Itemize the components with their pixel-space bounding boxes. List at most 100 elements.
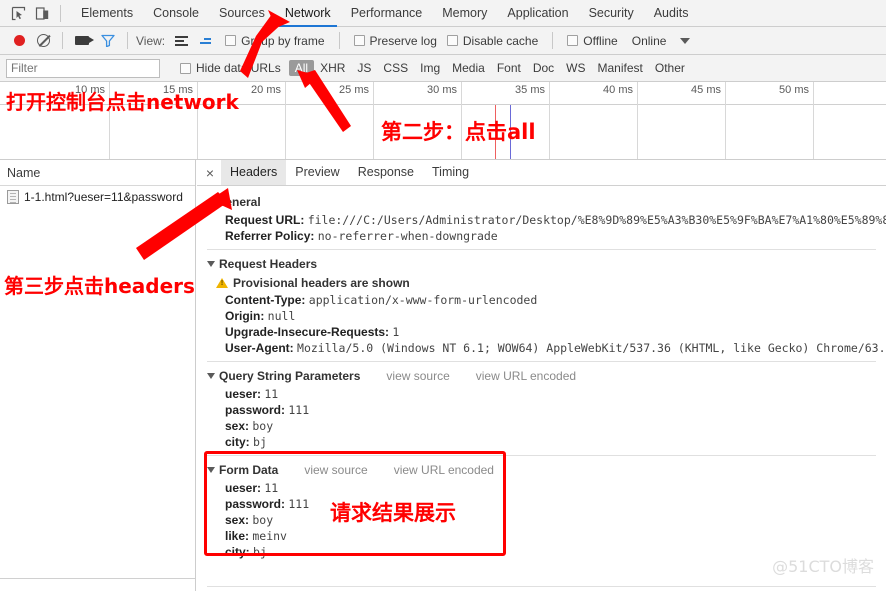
form-param-ueser: ueser: 11 bbox=[197, 480, 886, 496]
checkbox-icon bbox=[446, 35, 458, 46]
view-list-button[interactable] bbox=[169, 29, 194, 53]
section-form-data-label: Form Data bbox=[219, 463, 279, 477]
timeline-tick-label: 40 ms bbox=[603, 84, 633, 96]
filter-input[interactable] bbox=[6, 58, 160, 78]
param-key: password: bbox=[225, 403, 286, 417]
query-param-password: password: 111 bbox=[197, 402, 886, 418]
section-general-label: General bbox=[216, 195, 261, 209]
filter-type-ws[interactable]: WS bbox=[560, 60, 591, 76]
section-request-headers-label: Request Headers bbox=[219, 257, 318, 271]
query-view-url-encoded-link[interactable]: view URL encoded bbox=[476, 369, 576, 383]
section-divider bbox=[207, 455, 876, 456]
annotation-result: 请求结果展示 bbox=[330, 501, 456, 525]
filter-type-manifest[interactable]: Manifest bbox=[592, 60, 649, 76]
view-label: View: bbox=[136, 33, 166, 48]
record-button[interactable] bbox=[8, 29, 31, 53]
param-value: 111 bbox=[288, 403, 310, 417]
inspect-element-icon[interactable] bbox=[6, 1, 30, 25]
tab-elements[interactable]: Elements bbox=[71, 0, 143, 27]
tab-headers[interactable]: Headers bbox=[221, 160, 287, 185]
timeline-tick-label: 45 ms bbox=[691, 84, 721, 96]
clear-button[interactable] bbox=[31, 29, 56, 53]
group-by-frame-checkbox[interactable]: Group by frame bbox=[217, 34, 332, 48]
filter-type-img[interactable]: Img bbox=[414, 60, 446, 76]
tab-audits[interactable]: Audits bbox=[644, 0, 699, 27]
close-icon[interactable]: × bbox=[201, 164, 219, 182]
request-name-label: 1-1.html?ueser=11&password bbox=[24, 190, 183, 204]
tab-response[interactable]: Response bbox=[349, 160, 423, 185]
timeline-tick: 40 ms bbox=[550, 82, 638, 159]
filter-type-font[interactable]: Font bbox=[491, 60, 527, 76]
query-param-sex: sex: boy bbox=[197, 418, 886, 434]
filter-type-js[interactable]: JS bbox=[351, 60, 377, 76]
tab-network-label: Network bbox=[284, 5, 331, 20]
offline-checkbox[interactable]: Offline bbox=[559, 34, 625, 48]
filter-type-media[interactable]: Media bbox=[446, 60, 491, 76]
request-list-panel: Name 1-1.html?ueser=11&password bbox=[0, 160, 196, 591]
disable-cache-checkbox[interactable]: Disable cache bbox=[445, 34, 546, 48]
header-value: file:///C:/Users/Administrator/Desktop/%… bbox=[307, 213, 886, 227]
section-general-title[interactable]: General bbox=[197, 192, 886, 212]
annotation-step1: 打开控制台点击network bbox=[6, 90, 239, 114]
header-key: Content-Type: bbox=[225, 293, 306, 307]
timeline-tick-label: 20 ms bbox=[251, 84, 281, 96]
tab-performance[interactable]: Performance bbox=[341, 0, 433, 27]
filter-type-doc[interactable]: Doc bbox=[527, 60, 560, 76]
form-view-url-encoded-link[interactable]: view URL encoded bbox=[394, 463, 494, 477]
filter-toggle-button[interactable] bbox=[95, 29, 121, 53]
header-row-content-type: Content-Type: application/x-www-form-url… bbox=[197, 292, 886, 308]
disable-cache-label: Disable cache bbox=[462, 33, 539, 48]
checkbox-icon bbox=[180, 62, 191, 74]
request-list-header[interactable]: Name bbox=[0, 160, 195, 186]
tab-console-label: Console bbox=[153, 5, 199, 20]
filter-type-all[interactable]: All bbox=[288, 60, 315, 76]
header-row-origin: Origin: null bbox=[197, 308, 886, 324]
tab-application[interactable]: Application bbox=[497, 0, 578, 27]
timeline-tick-label: 30 ms bbox=[427, 84, 457, 96]
form-view-source-link[interactable]: view source bbox=[304, 463, 367, 477]
group-by-frame-label: Group by frame bbox=[241, 33, 325, 48]
param-key: city: bbox=[225, 545, 250, 559]
filter-type-other[interactable]: Other bbox=[649, 60, 691, 76]
chevron-down-icon[interactable] bbox=[680, 37, 691, 44]
capture-screenshots-button[interactable] bbox=[69, 29, 95, 53]
header-key: Upgrade-Insecure-Requests: bbox=[225, 325, 390, 339]
section-query-string-title[interactable]: Query String Parameters view source view… bbox=[197, 366, 886, 386]
filter-type-css[interactable]: CSS bbox=[377, 60, 414, 76]
timeline-tick: 50 ms bbox=[726, 82, 814, 159]
camera-icon bbox=[75, 36, 94, 45]
provisional-headers-warning: Provisional headers are shown bbox=[197, 274, 886, 292]
tab-timing[interactable]: Timing bbox=[423, 160, 478, 185]
warning-icon bbox=[216, 278, 228, 288]
view-waterfall-button[interactable] bbox=[194, 29, 217, 53]
waterfall-view-icon bbox=[200, 37, 212, 44]
timeline-tick: 45 ms bbox=[638, 82, 726, 159]
filter-type-xhr[interactable]: XHR bbox=[314, 60, 351, 76]
throttling-value[interactable]: Online bbox=[632, 34, 667, 48]
tab-memory[interactable]: Memory bbox=[432, 0, 497, 27]
hide-data-urls-checkbox[interactable]: Hide data URLs bbox=[180, 61, 281, 75]
section-request-headers-title[interactable]: Request Headers bbox=[197, 254, 886, 274]
tab-elements-label: Elements bbox=[81, 5, 134, 20]
headers-content: General Request URL: file:///C:/Users/Ad… bbox=[197, 186, 886, 591]
tab-sources[interactable]: Sources bbox=[209, 0, 275, 27]
clear-icon bbox=[37, 34, 50, 47]
annotation-step3: 第三步点击headers bbox=[4, 274, 195, 298]
timeline-tick: 25 ms bbox=[286, 82, 374, 159]
section-form-data-title[interactable]: Form Data view source view URL encoded bbox=[197, 460, 886, 480]
tab-preview[interactable]: Preview bbox=[286, 160, 348, 185]
tab-network[interactable]: Network bbox=[275, 0, 341, 27]
param-value: boy bbox=[252, 419, 274, 433]
query-view-source-link[interactable]: view source bbox=[386, 369, 449, 383]
tab-console[interactable]: Console bbox=[143, 0, 209, 27]
request-list-item[interactable]: 1-1.html?ueser=11&password bbox=[0, 186, 195, 208]
chevron-down-icon bbox=[207, 467, 215, 473]
panel-bottom-divider bbox=[0, 578, 195, 579]
chevron-down-icon bbox=[207, 261, 215, 267]
request-detail-panel: × Headers Preview Response Timing Genera… bbox=[197, 160, 886, 591]
preserve-log-checkbox[interactable]: Preserve log bbox=[346, 34, 445, 48]
tab-security[interactable]: Security bbox=[579, 0, 644, 27]
preserve-log-label: Preserve log bbox=[369, 33, 437, 48]
device-toolbar-icon[interactable] bbox=[30, 1, 54, 25]
tab-memory-label: Memory bbox=[442, 5, 488, 20]
